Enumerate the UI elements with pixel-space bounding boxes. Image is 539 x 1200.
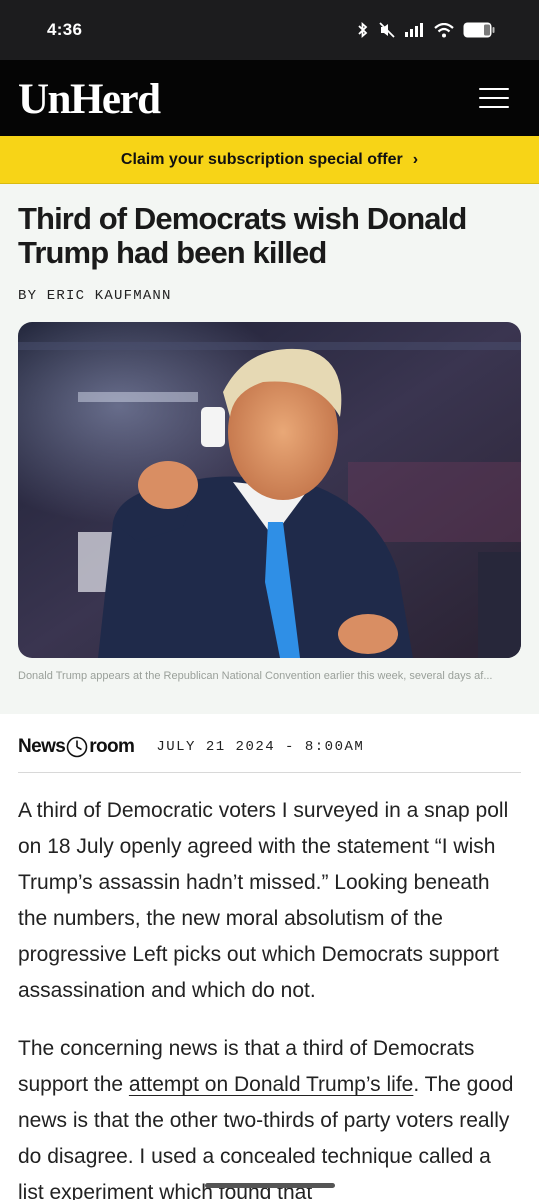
home-indicator[interactable] (205, 1183, 335, 1188)
byline[interactable]: BY ERIC KAUFMANN (18, 288, 521, 304)
image-caption: Donald Trump appears at the Republican N… (18, 670, 493, 682)
newsroom-label[interactable]: News room (18, 736, 135, 758)
hero-image (18, 322, 521, 658)
battery-icon (463, 22, 495, 38)
unherd-logo[interactable]: UnHerd (18, 78, 161, 121)
bluetooth-icon (358, 22, 368, 38)
status-icons (357, 22, 495, 38)
wifi-icon (434, 22, 454, 37)
paragraph-1: A third of Democratic voters I surveyed … (18, 799, 509, 1002)
article-meta: News room JULY 21 2024 - 8:00AM (18, 736, 521, 773)
clock-icon (66, 736, 88, 758)
status-bar: 4:36 (0, 0, 539, 60)
publish-date: JULY 21 2024 - 8:00AM (156, 739, 365, 755)
status-time: 4:36 (47, 20, 83, 39)
paragraph-2: The concerning news is that a third of D… (18, 1031, 521, 1200)
article-header: Third of Democrats wish Donald Trump had… (0, 184, 539, 714)
newsroom-label-part2: room (89, 736, 135, 757)
link-list-experiment[interactable]: list experiment (18, 1181, 153, 1200)
signal-icon (405, 23, 423, 37)
article-body: A third of Democratic voters I surveyed … (0, 773, 539, 1200)
subscription-offer-banner[interactable]: Claim your subscription special offer › (0, 136, 539, 184)
promo-text: Claim your subscription special offer (120, 150, 403, 168)
link-attempt-on-trump[interactable]: attempt on Donald Trump’s life (129, 1073, 413, 1096)
mute-icon (379, 22, 395, 38)
article-title: Third of Democrats wish Donald Trump had… (18, 201, 467, 270)
site-header: UnHerd (0, 60, 539, 136)
hamburger-menu-icon[interactable] (479, 88, 509, 108)
chevron-right-icon: › (412, 150, 419, 168)
newsroom-label-part1: News (18, 736, 66, 757)
